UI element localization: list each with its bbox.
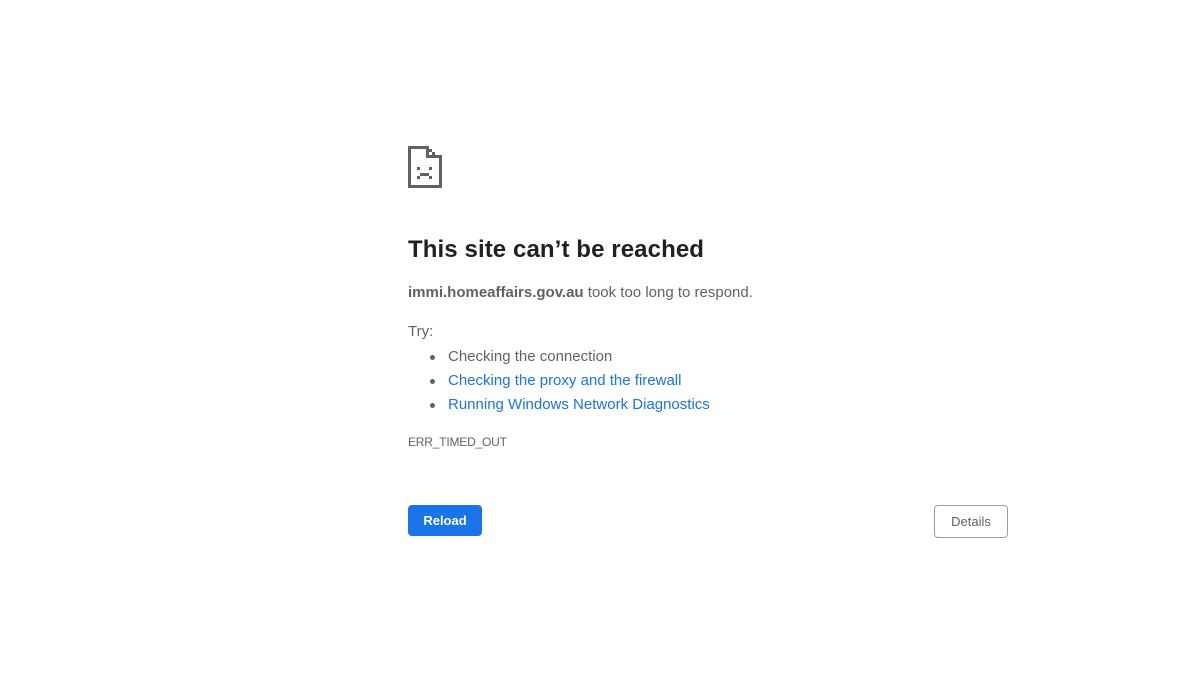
reload-button[interactable]: Reload [408,505,482,536]
error-message: took too long to respond. [583,284,753,301]
error-summary: immi.homeaffairs.gov.au took too long to… [408,284,753,301]
suggestion-network-diagnostics: Running Windows Network Diagnostics [408,393,710,417]
bullet-dot [430,355,435,360]
page-title: This site can’t be reached [408,236,705,263]
network-diagnostics-link[interactable]: Running Windows Network Diagnostics [448,396,710,413]
suggestion-check-connection: Checking the connection [408,345,710,369]
bullet-dot [430,403,435,408]
sad-document-icon [408,146,442,188]
suggestion-check-proxy: Checking the proxy and the firewall [408,369,710,393]
suggestion-text: Checking the connection [448,348,613,365]
host-name: immi.homeaffairs.gov.au [408,284,584,301]
suggestions-list: Checking the connection Checking the pro… [408,345,710,417]
try-label: Try: [408,323,434,340]
check-proxy-link[interactable]: Checking the proxy and the firewall [448,372,681,389]
error-content: This site can’t be reached immi.homeaffa… [408,146,1008,449]
error-code: ERR_TIMED_OUT [408,435,507,449]
error-page: This site can’t be reached immi.homeaffa… [0,0,1199,674]
bullet-dot [430,379,435,384]
details-button[interactable]: Details [934,505,1008,538]
